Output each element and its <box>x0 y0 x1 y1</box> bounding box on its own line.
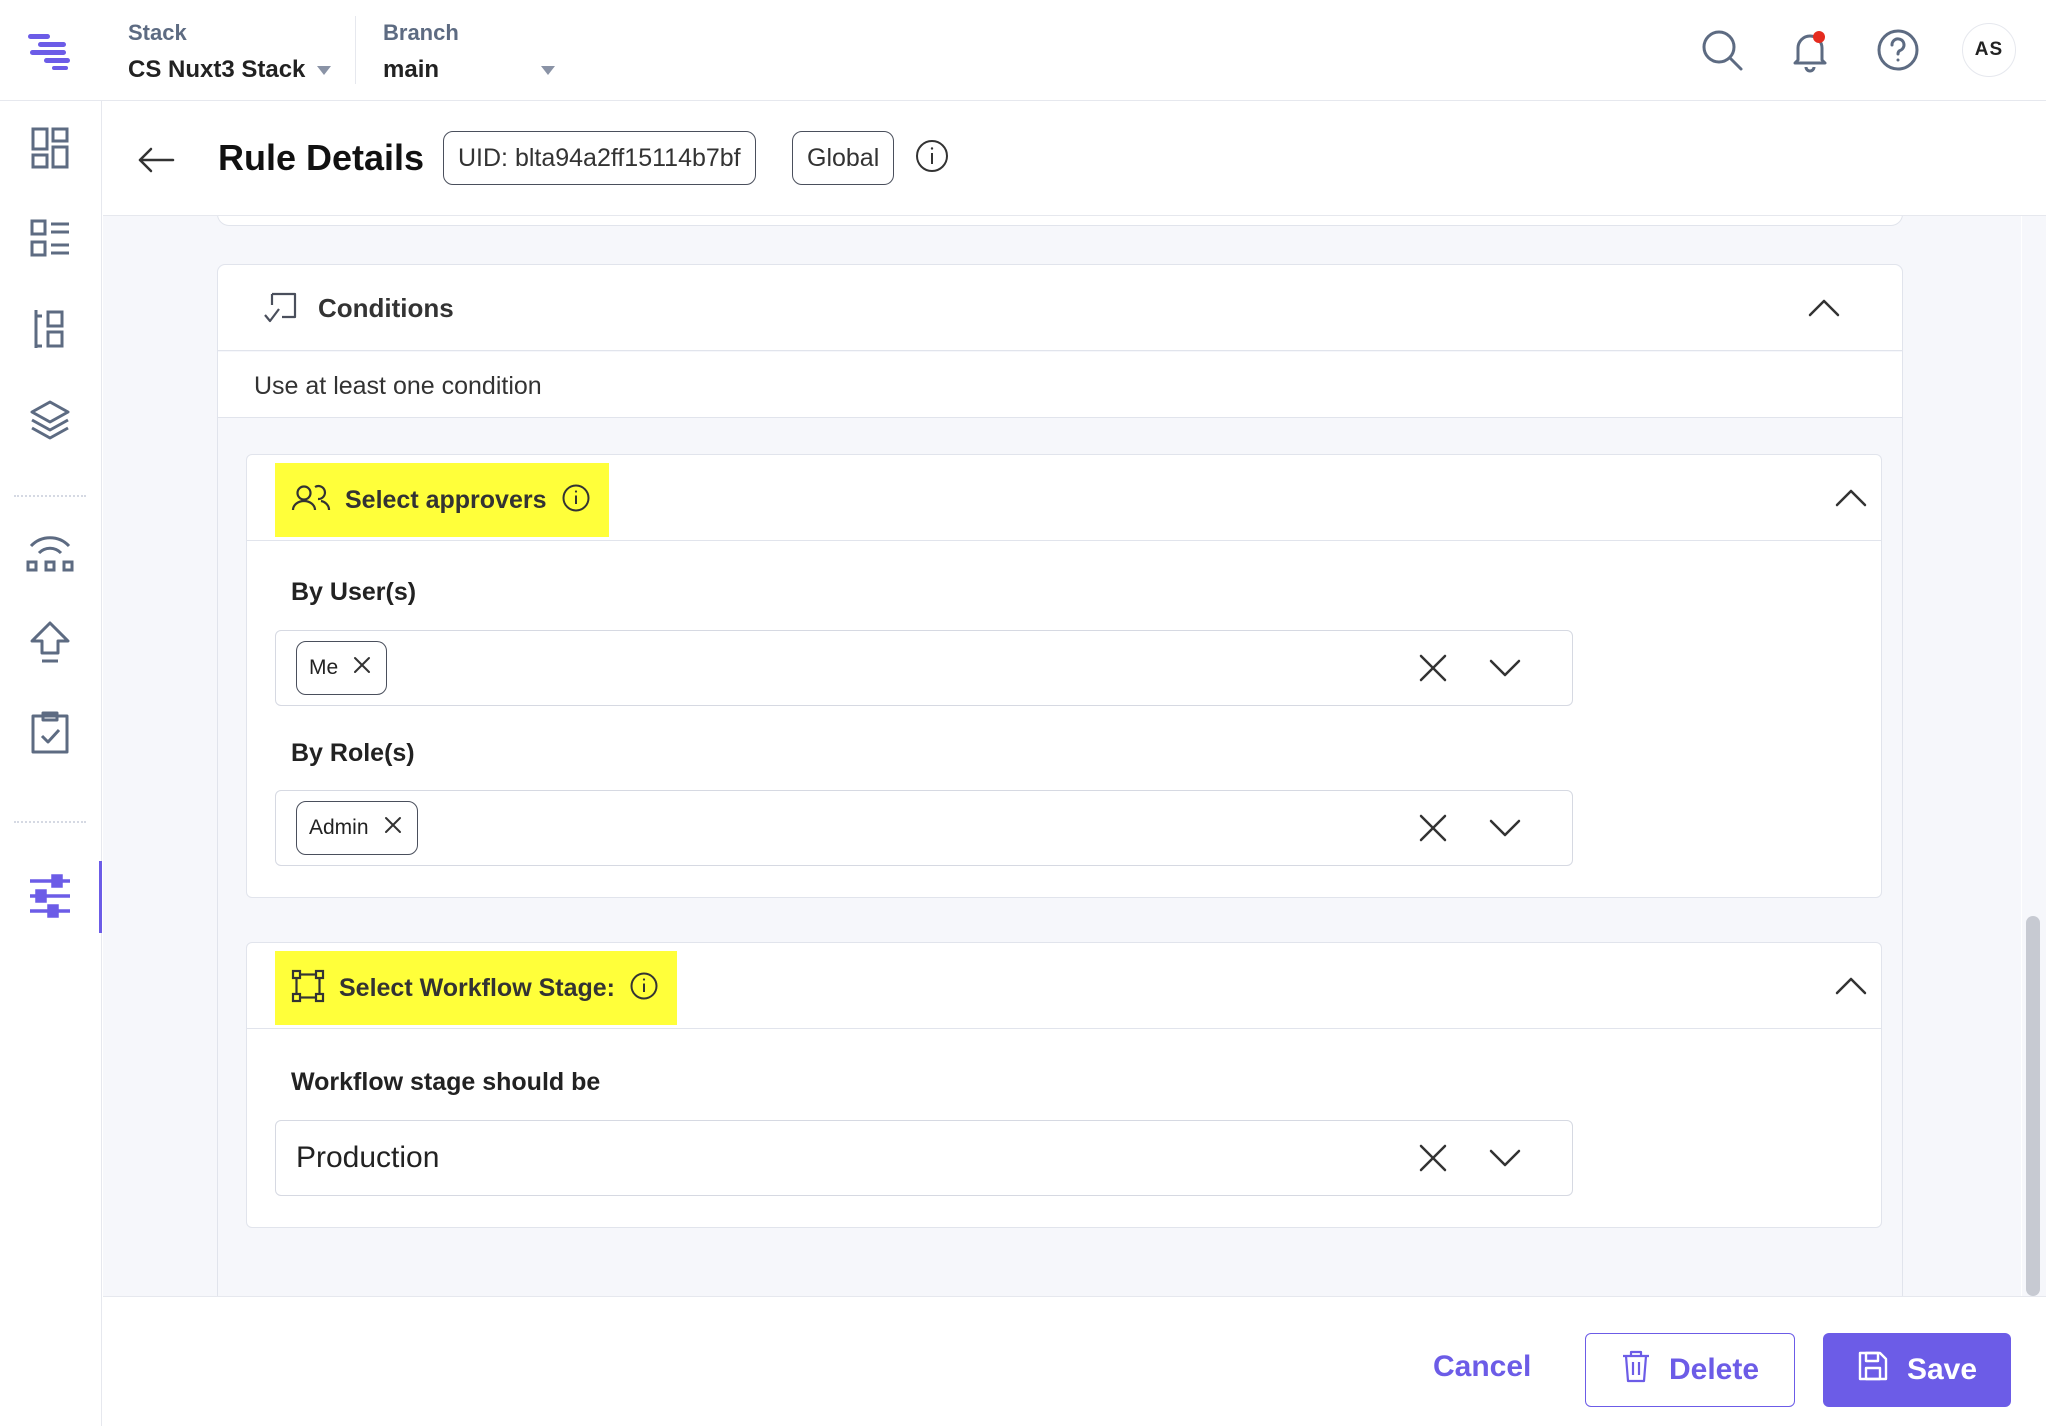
user-avatar[interactable]: AS <box>1962 23 2016 77</box>
top-bar: Stack CS Nuxt3 Stack Branch main AS <box>0 0 2046 101</box>
info-icon[interactable] <box>915 139 949 173</box>
info-icon[interactable] <box>629 971 659 1006</box>
save-button[interactable]: Save <box>1823 1333 2011 1407</box>
conditions-hint-text: Use at least one condition <box>254 372 542 400</box>
sidebar-separator <box>14 821 86 823</box>
workflow-stage-label: Workflow stage should be <box>291 1068 601 1096</box>
publish-queue-icon[interactable] <box>20 612 80 672</box>
divider <box>355 16 356 84</box>
sidebar-separator <box>14 495 86 497</box>
branch-selector[interactable]: Branch main <box>383 20 556 84</box>
remove-chip-icon[interactable] <box>383 815 403 841</box>
back-arrow-icon[interactable] <box>131 135 181 185</box>
page-header: Rule Details UID: blta94a2ff15114b7bf Gl… <box>103 101 2046 216</box>
contentstack-logo-icon[interactable] <box>26 28 76 72</box>
stack-label: Stack <box>128 20 187 45</box>
notification-dot <box>1813 31 1825 43</box>
settings-sliders-icon[interactable] <box>20 866 80 926</box>
workflow-stage-card: Select Workflow Stage: Workflow stage sh… <box>246 942 1882 1228</box>
releases-icon[interactable] <box>20 521 80 581</box>
users-group-icon <box>291 484 331 517</box>
stack-name: CS Nuxt3 Stack <box>128 56 306 83</box>
conditions-header[interactable]: Conditions <box>218 265 1902 351</box>
previous-section-card <box>217 216 1903 226</box>
conditions-checkbox-icon <box>262 291 298 327</box>
trash-icon <box>1621 1349 1651 1391</box>
workflow-stage-select[interactable]: Production <box>275 1120 1573 1196</box>
chevron-down-icon[interactable] <box>1486 809 1524 847</box>
caret-down-icon <box>317 65 332 75</box>
info-icon[interactable] <box>561 483 591 518</box>
approvers-title-highlight: Select approvers <box>275 463 609 537</box>
approvers-title: Select approvers <box>345 485 547 514</box>
clear-icon[interactable] <box>1414 1139 1452 1177</box>
conditions-hint: Use at least one condition <box>218 352 1902 418</box>
approvers-header[interactable]: Select approvers <box>247 455 1881 541</box>
chevron-up-icon[interactable] <box>1804 288 1844 328</box>
by-users-label: By User(s) <box>291 578 417 606</box>
notification-bell-icon[interactable] <box>1786 26 1834 74</box>
cancel-button[interactable]: Cancel <box>1413 1335 1551 1399</box>
vertical-scrollbar[interactable] <box>2022 216 2046 1296</box>
role-chip-label: Admin <box>309 816 369 839</box>
branch-name: main <box>383 56 440 83</box>
scrollbar-thumb[interactable] <box>2026 916 2040 1296</box>
footer-actions: Cancel Delete Save <box>103 1296 2046 1426</box>
user-chip-label: Me <box>309 656 339 679</box>
clear-icon[interactable] <box>1414 809 1452 847</box>
workflow-stage-header[interactable]: Select Workflow Stage: <box>247 943 1881 1029</box>
dashboard-icon[interactable] <box>20 118 80 178</box>
main-content: Conditions Use at least one condition Se… <box>103 216 2021 1296</box>
chevron-down-icon[interactable] <box>1486 649 1524 687</box>
delete-button[interactable]: Delete <box>1585 1333 1795 1407</box>
approvers-card: Select approvers By User(s) Me By Role(s… <box>246 454 1882 898</box>
entries-icon[interactable] <box>20 299 80 359</box>
chevron-up-icon[interactable] <box>1831 966 1871 1006</box>
tasks-icon[interactable] <box>20 703 80 763</box>
user-chip: Me <box>296 641 388 695</box>
save-disk-icon <box>1857 1350 1889 1390</box>
chevron-down-icon[interactable] <box>1486 1139 1524 1177</box>
conditions-title: Conditions <box>318 293 454 323</box>
search-icon[interactable] <box>1698 26 1746 74</box>
help-icon[interactable] <box>1874 26 1922 74</box>
role-chip: Admin <box>296 801 418 855</box>
workflow-stage-value: Production <box>296 1141 440 1174</box>
scope-badge: Global <box>792 131 895 185</box>
uid-badge: UID: blta94a2ff15114b7bf <box>443 131 756 185</box>
remove-chip-icon[interactable] <box>352 655 372 681</box>
users-select[interactable]: Me <box>275 630 1573 706</box>
roles-select[interactable]: Admin <box>275 790 1573 866</box>
branch-label: Branch <box>383 20 459 45</box>
sidebar <box>0 101 102 1426</box>
delete-label: Delete <box>1668 1353 1760 1386</box>
active-indicator <box>99 861 102 933</box>
workflow-stage-title: Select Workflow Stage: <box>339 973 615 1002</box>
save-label: Save <box>1906 1353 1978 1386</box>
assets-layers-icon[interactable] <box>20 390 80 450</box>
stack-selector[interactable]: Stack CS Nuxt3 Stack <box>128 20 332 84</box>
page-title: Rule Details <box>218 137 425 178</box>
by-roles-label: By Role(s) <box>291 739 415 767</box>
chevron-up-icon[interactable] <box>1831 478 1871 518</box>
workflow-title-highlight: Select Workflow Stage: <box>275 951 677 1025</box>
workflow-icon <box>291 969 325 1008</box>
clear-icon[interactable] <box>1414 649 1452 687</box>
caret-down-icon <box>541 65 556 75</box>
conditions-section: Conditions Use at least one condition Se… <box>217 264 1903 1296</box>
content-models-icon[interactable] <box>20 208 80 268</box>
